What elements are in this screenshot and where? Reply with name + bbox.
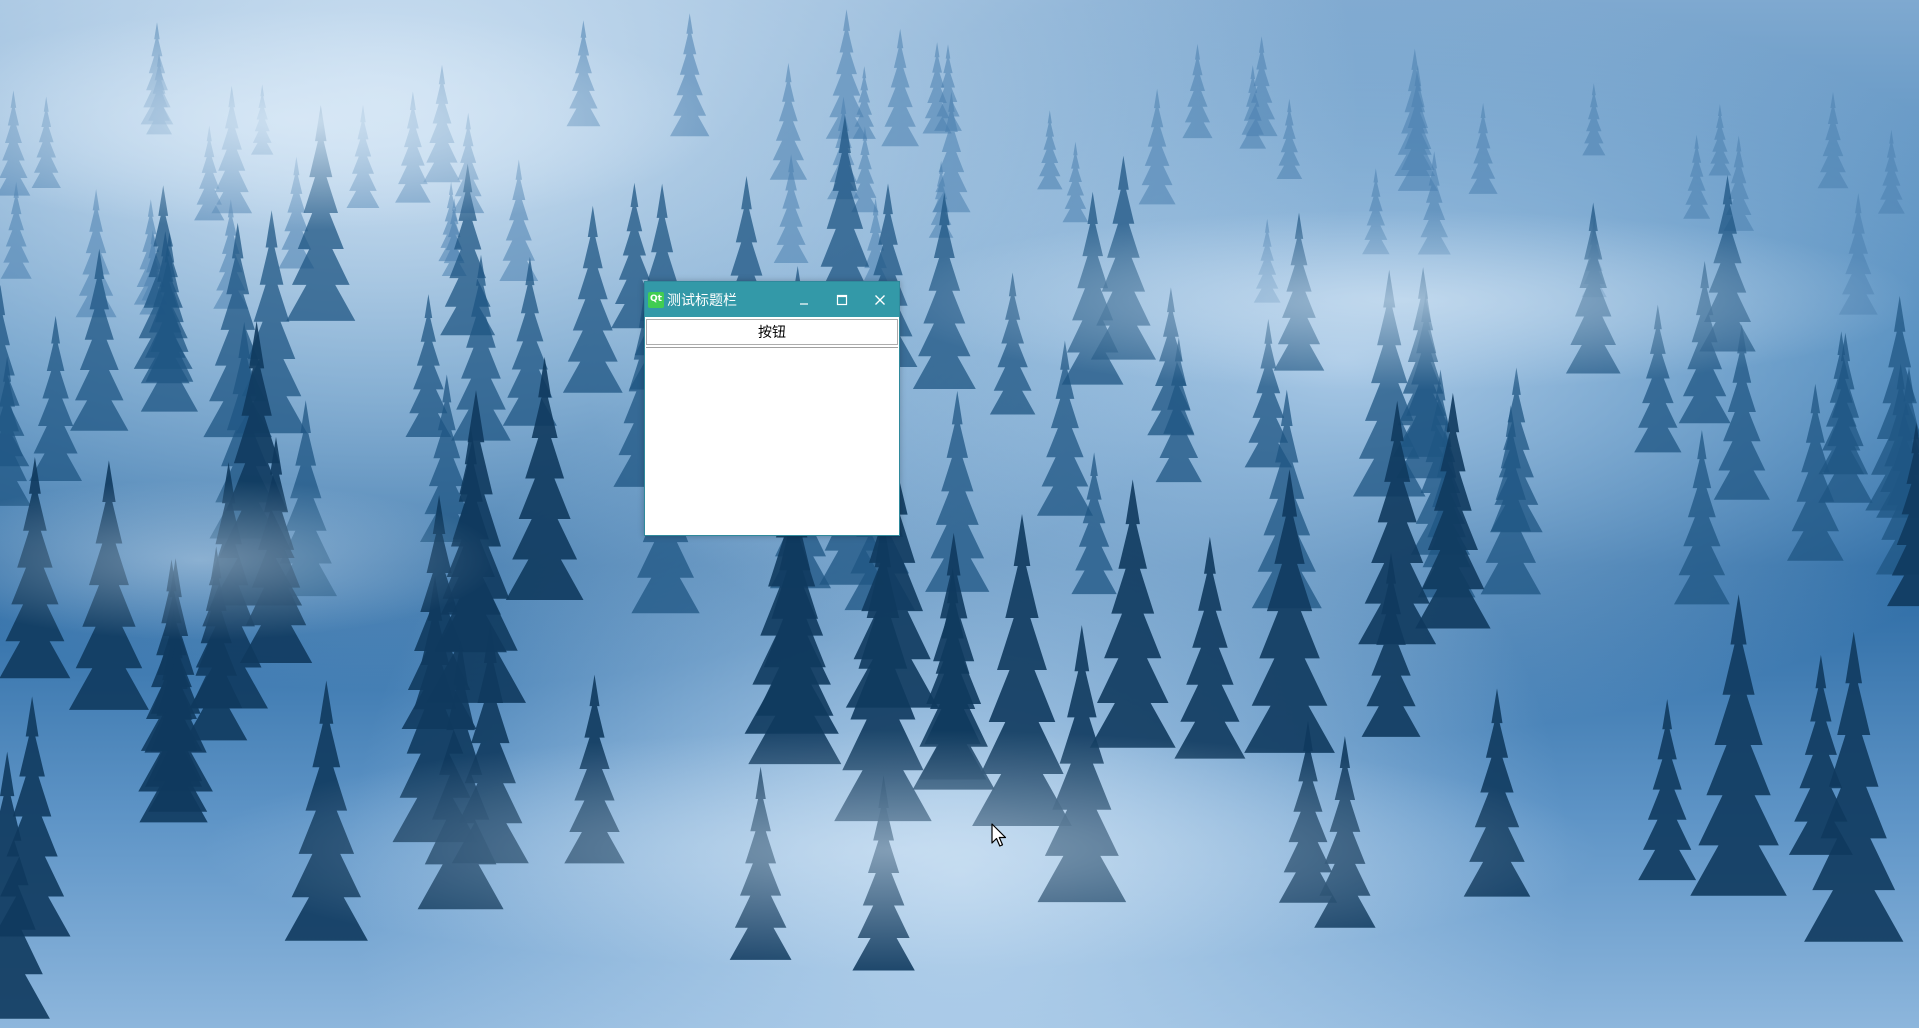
close-icon — [875, 294, 885, 305]
pine-tree-silhouette — [1182, 43, 1213, 139]
maximize-icon — [836, 294, 848, 305]
pine-tree-silhouette — [1138, 88, 1176, 205]
pine-tree-silhouette — [769, 62, 808, 180]
desktop-wallpaper — [0, 0, 1919, 1028]
title-bar[interactable]: Qt 测试标题栏 — [645, 282, 899, 317]
forest-wallpaper-image — [0, 9, 1919, 1019]
pine-tree-silhouette — [1037, 110, 1063, 190]
qt-window[interactable]: Qt 测试标题栏 按钮 — [644, 281, 900, 536]
pine-tree-silhouette — [1818, 332, 1873, 503]
qt-logo-icon: Qt — [648, 291, 664, 308]
pine-tree-silhouette — [1690, 594, 1787, 896]
pine-tree-silhouette — [1276, 98, 1303, 179]
maximize-button[interactable] — [823, 282, 861, 317]
pine-tree-silhouette — [29, 315, 83, 481]
pine-tree-silhouette — [562, 205, 623, 393]
window-content-area — [646, 348, 898, 535]
pine-tree-silhouette — [1708, 104, 1732, 176]
pine-tree-silhouette — [1638, 699, 1697, 881]
pine-tree-silhouette — [1490, 367, 1543, 533]
pine-tree-silhouette — [0, 356, 31, 506]
pine-tree-silhouette — [1878, 129, 1905, 214]
pine-tree-silhouette — [1683, 134, 1711, 219]
minimize-button[interactable] — [785, 282, 823, 317]
window-title: 测试标题栏 — [667, 292, 737, 309]
pine-tree-silhouette — [1174, 536, 1246, 759]
pine-tree-silhouette — [881, 28, 919, 147]
pine-tree-silhouette — [502, 256, 557, 426]
pine-tree-silhouette — [1244, 469, 1335, 753]
pine-tree-silhouette — [70, 248, 129, 431]
push-button[interactable]: 按钮 — [646, 319, 898, 345]
minimize-icon — [800, 302, 808, 305]
pine-tree-silhouette — [1817, 91, 1849, 189]
pine-tree-silhouette — [1674, 430, 1730, 605]
close-button[interactable] — [861, 282, 899, 317]
pine-tree-silhouette — [1468, 102, 1498, 194]
pine-tree-silhouette — [851, 126, 879, 213]
pine-tree-silhouette — [1062, 141, 1089, 223]
arrow-cursor-icon — [991, 823, 1007, 847]
pine-tree-silhouette — [1582, 83, 1606, 156]
